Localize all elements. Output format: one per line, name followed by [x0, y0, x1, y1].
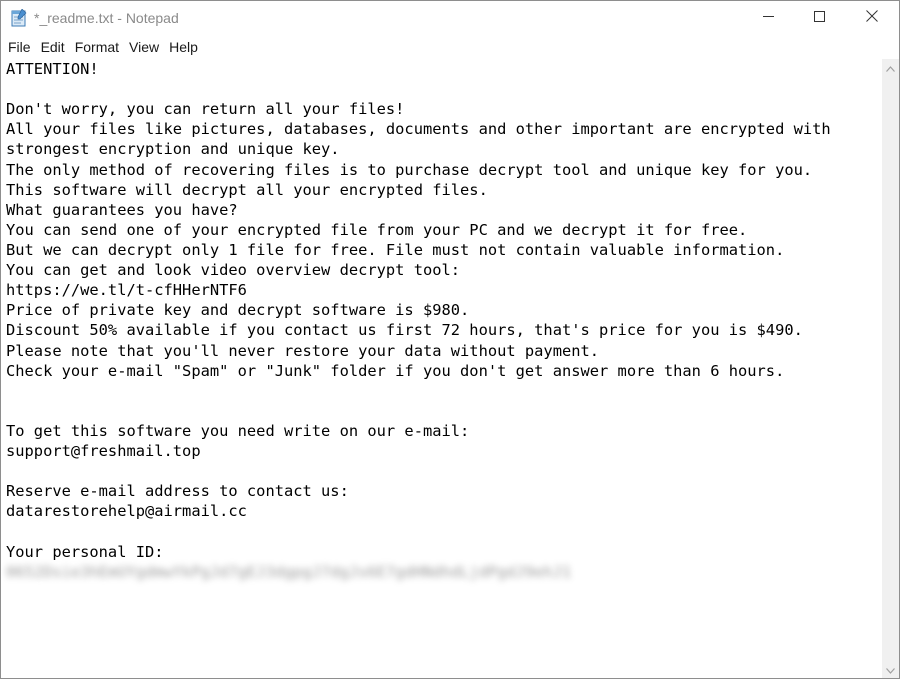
text-line: What guarantees you have?: [6, 200, 238, 219]
window-title: *_readme.txt - Notepad: [34, 10, 179, 26]
text-line: Your personal ID:: [6, 542, 164, 561]
menu-edit[interactable]: Edit: [36, 37, 70, 57]
text-line: support@freshmail.top: [6, 442, 201, 461]
maximize-button[interactable]: [796, 1, 842, 35]
text-line: All your files like pictures, databases,…: [6, 120, 831, 139]
text-editor[interactable]: ATTENTION! Don't worry, you can return a…: [1, 59, 882, 678]
text-line: You can send one of your encrypted file …: [6, 220, 748, 239]
minimize-icon: [762, 9, 774, 27]
text-line: ATTENTION!: [6, 60, 99, 78]
text-line: Price of private key and decrypt softwar…: [6, 301, 470, 320]
text-line: strongest encryption and unique key.: [6, 140, 340, 159]
scroll-down-button[interactable]: [882, 661, 899, 678]
text-line: https://we.tl/t-cfHHerNTF6: [6, 281, 247, 300]
text-line: Don't worry, you can return all your fil…: [6, 100, 405, 119]
text-line: [1, 522, 882, 542]
text-line: datarestorehelp@airmail.cc: [6, 502, 247, 521]
text-line: The only method of recovering files is t…: [6, 160, 813, 179]
minimize-button[interactable]: [745, 1, 791, 35]
text-line: Please note that you'll never restore yo…: [6, 341, 600, 360]
text-line: [1, 401, 882, 421]
notepad-icon: [11, 8, 27, 27]
text-line: To get this software you need write on o…: [6, 421, 470, 440]
text-line: This software will decrypt all your encr…: [6, 180, 488, 199]
maximize-icon: [813, 9, 825, 27]
text-line: Check your e-mail "Spam" or "Junk" folde…: [6, 361, 785, 380]
text-line: Discount 50% available if you contact us…: [6, 321, 803, 340]
text-line: But we can decrypt only 1 file for free.…: [6, 240, 785, 259]
text-line: [1, 79, 882, 99]
scroll-up-button[interactable]: [882, 59, 899, 76]
chevron-down-icon: [886, 661, 895, 679]
personal-id-redacted: 0652Dsie3hEmUYgdmwYkPgJd7gEJ3dgpgJ7dgJs6…: [6, 562, 572, 581]
menu-help[interactable]: Help: [164, 37, 203, 57]
close-button[interactable]: [849, 1, 895, 35]
title-bar[interactable]: *_readme.txt - Notepad: [1, 1, 899, 35]
menu-format[interactable]: Format: [70, 37, 124, 57]
text-line: You can get and look video overview decr…: [6, 261, 461, 280]
menu-file[interactable]: File: [3, 37, 36, 57]
close-icon: [866, 9, 878, 27]
notepad-window: *_readme.txt - Notepad File Edit Format …: [0, 0, 900, 679]
chevron-up-icon: [886, 59, 895, 77]
menu-view[interactable]: View: [124, 37, 164, 57]
menu-bar: File Edit Format View Help: [1, 35, 899, 59]
vertical-scrollbar[interactable]: [882, 59, 899, 678]
text-line: [1, 381, 882, 401]
text-line: [1, 461, 882, 481]
text-line: Reserve e-mail address to contact us:: [6, 482, 349, 501]
